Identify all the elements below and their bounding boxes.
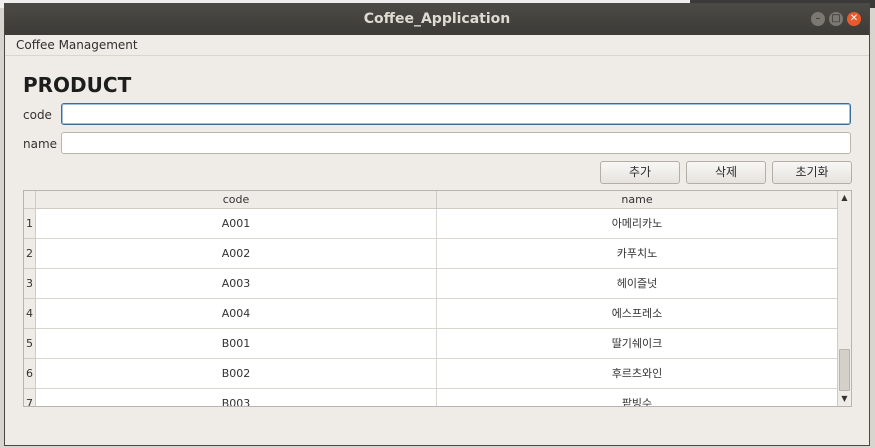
cell-code[interactable]: A001 <box>36 209 437 239</box>
table-row[interactable]: 3 A003 헤이즐넛 <box>24 269 838 299</box>
cell-code[interactable]: A004 <box>36 299 437 329</box>
cell-name[interactable]: 아메리카노 <box>437 209 838 239</box>
window-title: Coffee_Application <box>363 11 511 27</box>
maximize-button[interactable]: □ <box>829 12 843 26</box>
name-label: name <box>23 137 58 151</box>
cell-code[interactable]: B002 <box>36 359 437 389</box>
column-header-name[interactable]: name <box>437 191 838 209</box>
table-body: 1 A001 아메리카노 2 A002 카푸치노 3 A003 헤이즐넛 4 A… <box>24 209 838 406</box>
app-window: Coffee_Application – □ ✕ Coffee Manageme… <box>4 3 870 446</box>
code-label: code <box>23 108 52 122</box>
menu-coffee-management[interactable]: Coffee Management <box>16 38 138 52</box>
page-title: PRODUCT <box>23 73 132 97</box>
cell-code[interactable]: A002 <box>36 239 437 269</box>
minimize-button[interactable]: – <box>811 12 825 26</box>
close-button[interactable]: ✕ <box>847 12 861 26</box>
title-bar[interactable]: Coffee_Application – □ ✕ <box>5 4 869 35</box>
cell-code[interactable]: B003 <box>36 389 437 406</box>
cell-name[interactable]: 에스프레소 <box>437 299 838 329</box>
row-number[interactable]: 3 <box>24 269 36 299</box>
row-number[interactable]: 5 <box>24 329 36 359</box>
reset-button[interactable]: 초기화 <box>772 161 852 184</box>
scroll-thumb[interactable] <box>839 349 850 391</box>
cell-name[interactable]: 헤이즐넛 <box>437 269 838 299</box>
menu-bar: Coffee Management <box>5 35 869 56</box>
row-number[interactable]: 4 <box>24 299 36 329</box>
cell-name[interactable]: 딸기쉐이크 <box>437 329 838 359</box>
scroll-down-arrow-icon[interactable]: ▼ <box>838 392 851 406</box>
delete-button[interactable]: 삭제 <box>686 161 766 184</box>
code-input[interactable] <box>61 103 851 125</box>
name-input[interactable] <box>61 132 851 154</box>
product-table: code name 1 A001 아메리카노 2 A002 카푸치노 3 A00… <box>23 190 852 407</box>
table-corner[interactable] <box>24 191 36 209</box>
row-number[interactable]: 2 <box>24 239 36 269</box>
vertical-scrollbar[interactable]: ▲ ▼ <box>837 191 851 406</box>
cell-name[interactable]: 후르츠와인 <box>437 359 838 389</box>
table-row[interactable]: 6 B002 후르츠와인 <box>24 359 838 389</box>
cell-code[interactable]: B001 <box>36 329 437 359</box>
cell-name[interactable]: 카푸치노 <box>437 239 838 269</box>
table-row[interactable]: 4 A004 에스프레소 <box>24 299 838 329</box>
row-number[interactable]: 7 <box>24 389 36 406</box>
cell-name[interactable]: 팥빙수 <box>437 389 838 406</box>
add-button[interactable]: 추가 <box>600 161 680 184</box>
table-row[interactable]: 2 A002 카푸치노 <box>24 239 838 269</box>
table-row[interactable]: 5 B001 딸기쉐이크 <box>24 329 838 359</box>
scroll-up-arrow-icon[interactable]: ▲ <box>838 191 851 205</box>
row-number[interactable]: 1 <box>24 209 36 239</box>
row-number[interactable]: 6 <box>24 359 36 389</box>
cell-code[interactable]: A003 <box>36 269 437 299</box>
table-row[interactable]: 1 A001 아메리카노 <box>24 209 838 239</box>
column-header-code[interactable]: code <box>36 191 437 209</box>
table-row[interactable]: 7 B003 팥빙수 <box>24 389 838 406</box>
